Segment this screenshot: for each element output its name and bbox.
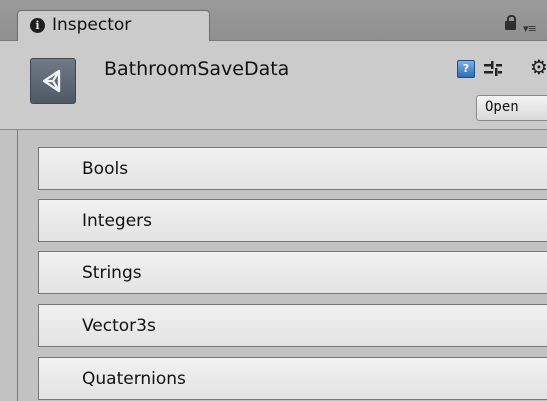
help-icon[interactable]: ?: [457, 60, 475, 78]
unity-asset-icon: [30, 58, 76, 104]
foldout-label: Bools: [82, 159, 129, 179]
lock-icon[interactable]: [505, 15, 516, 30]
tab-inspector[interactable]: i Inspector: [17, 10, 210, 42]
inspector-header: BathroomSaveData ? ⚙ Open: [0, 41, 547, 129]
foldout-vector3s[interactable]: Vector3s: [38, 304, 547, 347]
foldout-label: Strings: [82, 263, 142, 283]
foldout-quaternions[interactable]: Quaternions: [38, 357, 547, 400]
tab-strip: i Inspector ▾≡: [0, 0, 547, 42]
tab-label: Inspector: [52, 15, 132, 35]
foldout-label: Integers: [82, 211, 153, 231]
foldout-label: Vector3s: [82, 316, 156, 336]
presets-icon[interactable]: [484, 61, 502, 81]
open-button[interactable]: Open: [476, 95, 547, 121]
asset-name: BathroomSaveData: [104, 58, 290, 80]
tab-menu-icon[interactable]: ▾≡: [523, 22, 537, 35]
info-icon: i: [30, 18, 45, 33]
content-left-border: [17, 130, 18, 401]
inspector-window: i Inspector ▾≡ BathroomSaveData ? ⚙ Open…: [0, 0, 547, 401]
gear-icon[interactable]: ⚙: [530, 55, 547, 79]
foldout-integers[interactable]: Integers: [38, 199, 547, 242]
foldout-strings[interactable]: Strings: [38, 251, 547, 294]
foldout-label: Quaternions: [82, 369, 186, 389]
foldout-bools[interactable]: Bools: [38, 147, 547, 190]
